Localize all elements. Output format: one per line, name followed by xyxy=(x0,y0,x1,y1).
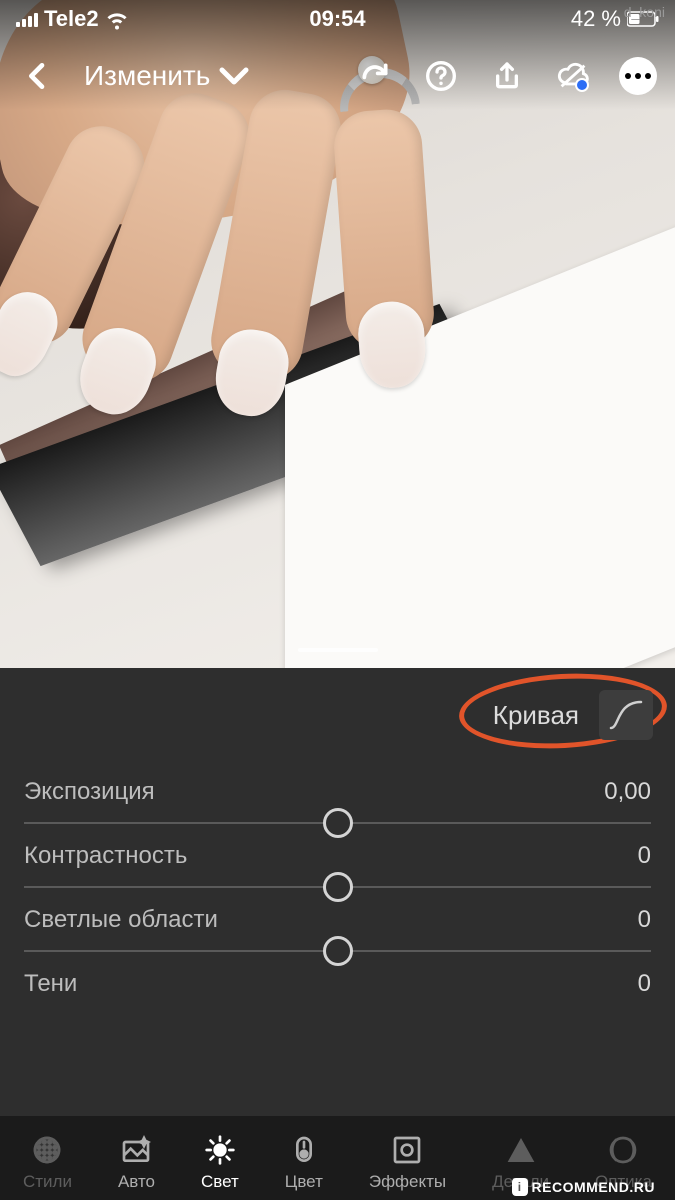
drag-handle[interactable] xyxy=(298,648,378,652)
tab-label: Свет xyxy=(201,1172,239,1192)
auto-icon xyxy=(120,1134,152,1166)
sync-status-dot xyxy=(575,78,589,92)
effects-icon xyxy=(391,1134,423,1166)
slider-contrast[interactable]: Контрастность 0 xyxy=(24,842,651,888)
more-options-button[interactable] xyxy=(619,57,657,95)
slider-value: 0 xyxy=(638,842,651,870)
tab-auto[interactable]: Авто xyxy=(118,1134,155,1192)
top-toolbar: Изменить xyxy=(0,48,675,104)
curve-icon xyxy=(599,690,653,740)
tab-label: Авто xyxy=(118,1172,155,1192)
light-icon xyxy=(204,1134,236,1166)
carrier-name: Tele2 xyxy=(44,6,99,32)
slider-value: 0 xyxy=(638,906,651,934)
share-button[interactable] xyxy=(487,56,527,96)
slider-shadows[interactable]: Тени 0 xyxy=(24,970,651,1016)
slider-label: Тени xyxy=(24,970,77,998)
battery-percent: 42 % xyxy=(571,6,621,32)
clock: 09:54 xyxy=(309,6,365,32)
optics-icon xyxy=(607,1134,639,1166)
tab-label: Цвет xyxy=(285,1172,323,1192)
help-button[interactable] xyxy=(421,56,461,96)
slider-knob[interactable] xyxy=(323,872,353,902)
color-icon xyxy=(288,1134,320,1166)
status-bar: Tele2 09:54 42 % xyxy=(0,0,675,38)
curve-label: Кривая xyxy=(493,700,579,731)
username-watermark: d_koni xyxy=(624,4,665,20)
slider-track[interactable] xyxy=(24,950,651,952)
slider-label: Экспозиция xyxy=(24,778,155,806)
tab-label: Стили xyxy=(23,1172,72,1192)
back-button[interactable] xyxy=(18,56,58,96)
tab-styles[interactable]: Стили xyxy=(23,1134,72,1192)
curve-button[interactable]: Кривая xyxy=(493,690,653,740)
wifi-icon xyxy=(105,7,129,31)
tab-light[interactable]: Свет xyxy=(201,1134,239,1192)
slider-track[interactable] xyxy=(24,822,651,824)
slider-highlights[interactable]: Светлые области 0 xyxy=(24,906,651,952)
detail-icon xyxy=(505,1134,537,1166)
edit-label: Изменить xyxy=(84,60,210,92)
tab-effects[interactable]: Эффекты xyxy=(369,1134,446,1192)
tab-color[interactable]: Цвет xyxy=(285,1134,323,1192)
slider-label: Светлые области xyxy=(24,906,218,934)
slider-track[interactable] xyxy=(24,886,651,888)
slider-knob[interactable] xyxy=(323,936,353,966)
cloud-sync-button[interactable] xyxy=(553,56,593,96)
slider-exposure[interactable]: Экспозиция 0,00 xyxy=(24,778,651,824)
edit-menu[interactable]: Изменить xyxy=(84,60,250,92)
tab-label: Эффекты xyxy=(369,1172,446,1192)
slider-knob[interactable] xyxy=(323,808,353,838)
slider-value: 0,00 xyxy=(604,778,651,806)
chevron-down-icon xyxy=(218,60,250,92)
styles-icon xyxy=(31,1134,63,1166)
redo-button[interactable] xyxy=(355,56,395,96)
slider-label: Контрастность xyxy=(24,842,187,870)
signal-icon xyxy=(16,11,38,27)
slider-value: 0 xyxy=(638,970,651,998)
site-watermark: i RECOMMEND.RU xyxy=(512,1178,655,1196)
edit-panel: Кривая Экспозиция 0,00 Контрастность 0 xyxy=(0,668,675,1116)
